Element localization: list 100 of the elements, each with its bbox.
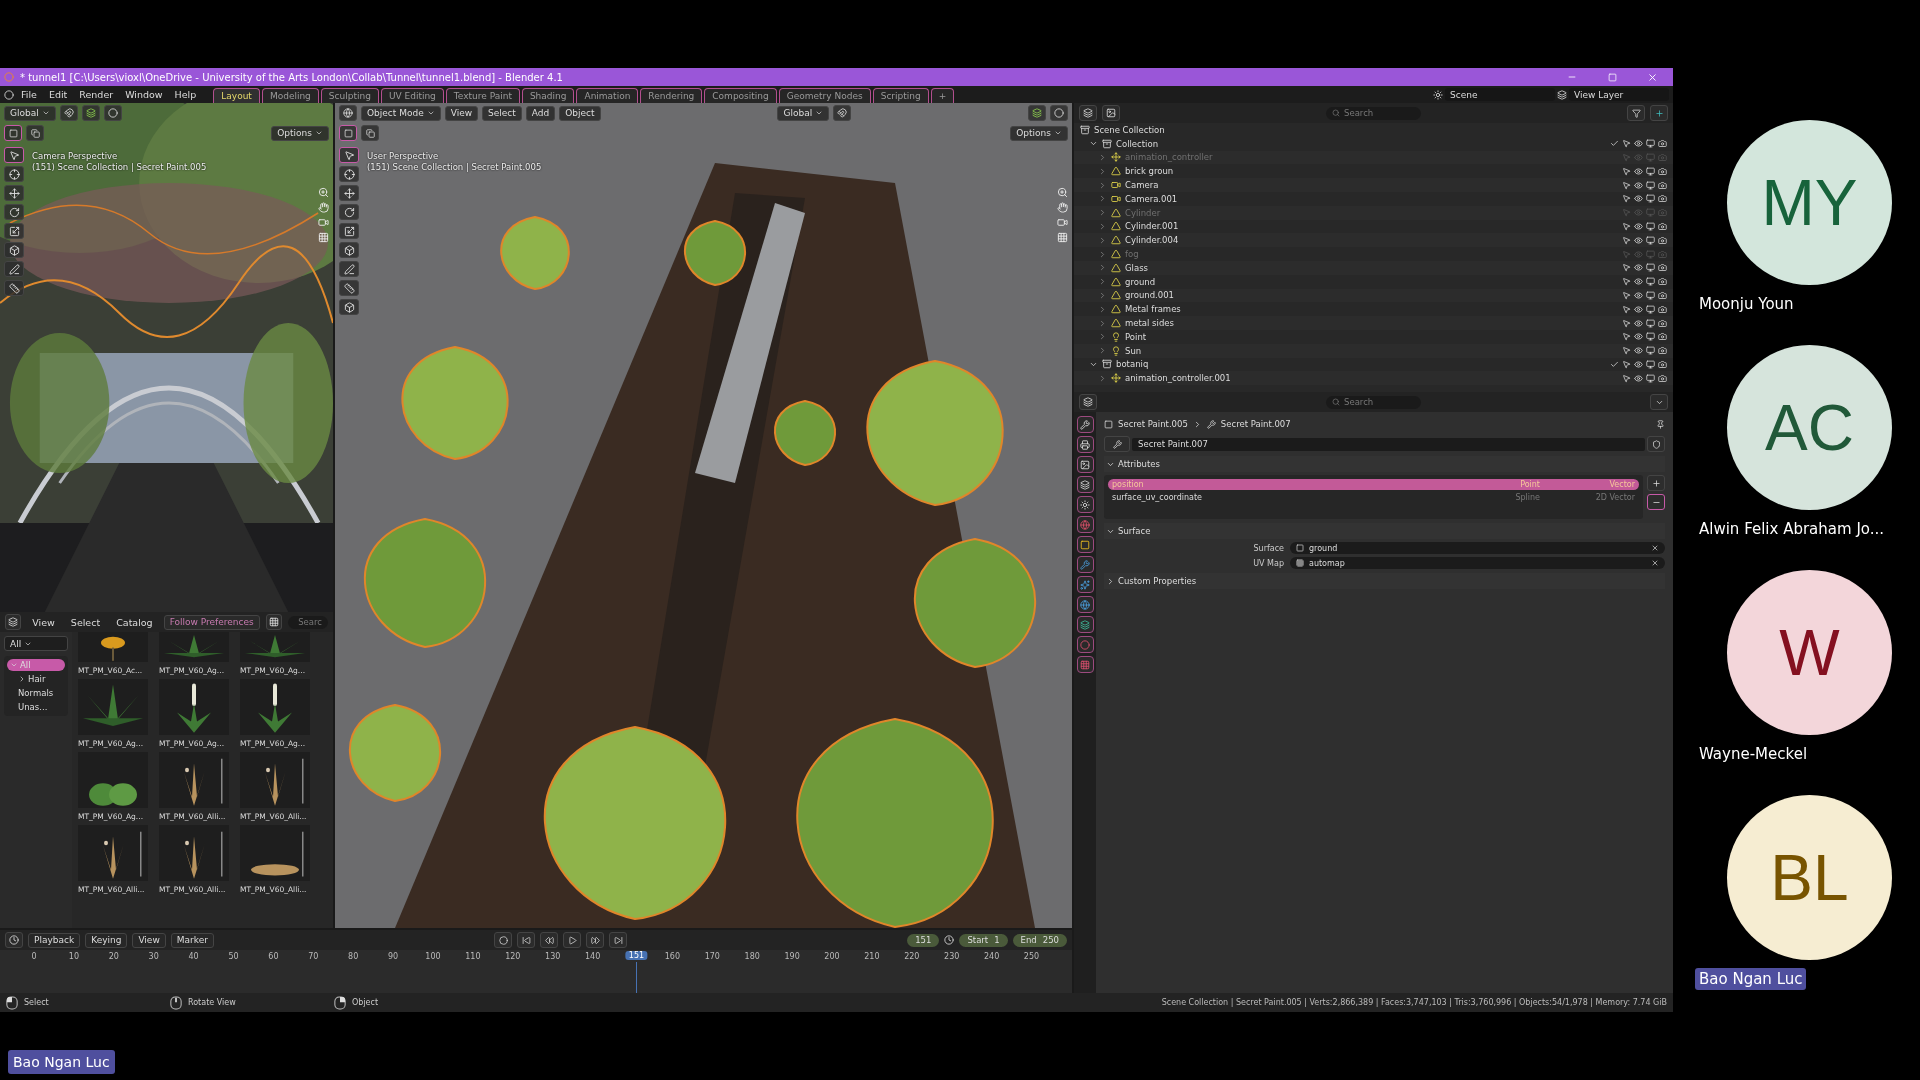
participant-avatar: BL xyxy=(1727,795,1892,960)
outliner-item[interactable]: brick groun xyxy=(1125,166,1174,177)
viewport-subtitle: (151) Scene Collection | Secret Paint.005 xyxy=(367,162,542,172)
workspace-tab[interactable]: UV Editing xyxy=(380,88,444,103)
frame-number: 250 xyxy=(1023,952,1040,961)
playhead[interactable]: 151 xyxy=(625,951,648,960)
frame-number: 110 xyxy=(465,952,481,961)
outliner-item[interactable]: Scene Collection xyxy=(1094,124,1165,135)
participant-name: Bao Ngan Luc xyxy=(1695,968,1807,990)
scene-field[interactable]: Scene xyxy=(1445,88,1555,101)
panel-header[interactable]: Surface xyxy=(1104,523,1665,539)
menu-button[interactable]: View xyxy=(132,932,166,948)
outliner-item[interactable]: Metal frames xyxy=(1125,304,1181,315)
frame-number: 200 xyxy=(824,952,840,961)
field-label: UV Map xyxy=(1252,558,1284,568)
outliner-item[interactable]: Glass xyxy=(1125,262,1148,273)
frame-number: 210 xyxy=(864,952,880,961)
outliner-item[interactable]: ground.001 xyxy=(1125,290,1174,301)
outliner-item[interactable]: Cylinder.001 xyxy=(1125,221,1179,232)
field-label: Start xyxy=(967,935,989,945)
participant-name: Alwin Felix Abraham Jo... xyxy=(1698,519,1886,540)
menu-item[interactable]: Render xyxy=(74,89,119,100)
view-layer-field[interactable]: View Layer xyxy=(1569,88,1669,101)
menu-item[interactable]: Help xyxy=(169,89,202,100)
menu-item[interactable]: Edit xyxy=(43,89,73,100)
object-field[interactable]: ground xyxy=(1290,542,1665,554)
field-label: Surface xyxy=(1252,543,1284,553)
menu-item[interactable]: Catalog xyxy=(111,616,158,628)
menu-button[interactable]: Playback xyxy=(28,932,81,948)
attribute-name: position xyxy=(1112,480,1145,489)
participant-avatar: W xyxy=(1727,570,1892,735)
status-hint: Select xyxy=(24,998,50,1007)
menu-item[interactable]: File xyxy=(16,89,42,100)
search-field[interactable]: Search xyxy=(1326,395,1421,409)
attribute-domain: Spline xyxy=(1514,493,1540,502)
outliner-item[interactable]: ground xyxy=(1125,276,1156,287)
frame-number: 80 xyxy=(348,952,359,961)
frame-number: 240 xyxy=(983,952,1000,961)
category-tree-item[interactable]: Hair xyxy=(15,673,65,685)
workspace-tab[interactable]: Texture Paint xyxy=(445,88,520,103)
data-name-field[interactable]: Secret Paint.007 xyxy=(1132,437,1645,451)
end-frame-field[interactable]: End 250 xyxy=(1012,933,1067,947)
workspace-tab[interactable]: Shading xyxy=(521,88,575,103)
frame-number: 220 xyxy=(904,952,920,961)
workspace-tab[interactable]: Sculpting xyxy=(320,88,379,103)
outliner-item[interactable]: Sun xyxy=(1125,345,1142,356)
frame-number: 230 xyxy=(944,952,960,961)
outliner-item[interactable]: Cylinder.004 xyxy=(1125,235,1179,246)
search-field[interactable]: Search xyxy=(1326,106,1421,120)
menu-button[interactable]: Keying xyxy=(85,932,128,948)
workspace-tab[interactable]: Modeling xyxy=(261,88,319,103)
outliner-item[interactable]: animation_controller.001 xyxy=(1125,373,1231,384)
start-frame-field[interactable]: Start 1 xyxy=(959,933,1008,947)
panel-header[interactable]: Attributes xyxy=(1104,456,1665,472)
frame-number: 100 xyxy=(425,952,441,961)
frame-number: 20 xyxy=(108,952,119,961)
viewport-title: Camera Perspective xyxy=(32,151,119,161)
workspace-tab[interactable]: Scripting xyxy=(872,88,929,103)
panel-header[interactable]: Custom Properties xyxy=(1104,573,1665,589)
breadcrumb-item[interactable]: Secret Paint.007 xyxy=(1220,419,1291,429)
library-dropdown[interactable]: All xyxy=(4,636,68,651)
attribute-row[interactable]: surface_uv_coordinate Spline 2D Vector xyxy=(1108,492,1639,503)
outliner-item[interactable]: Collection xyxy=(1116,138,1159,149)
workspace-tab[interactable]: Geometry Nodes xyxy=(778,88,871,103)
menu-item[interactable]: Select xyxy=(65,616,106,628)
current-frame-field[interactable]: 151 xyxy=(907,933,940,947)
attribute-type: Vector xyxy=(1608,480,1635,489)
frame-number: 50 xyxy=(228,952,239,961)
frame-number: 170 xyxy=(704,952,720,961)
frame-number: 60 xyxy=(268,952,279,961)
frame-number: 160 xyxy=(664,952,681,961)
category-tree-item[interactable]: Unas... xyxy=(15,701,65,713)
object-field[interactable]: automap xyxy=(1290,557,1665,569)
workspace-tab[interactable]: Animation xyxy=(576,88,639,103)
add-workspace-tab[interactable]: + xyxy=(930,88,955,103)
outliner-item[interactable]: metal sides xyxy=(1125,318,1174,329)
frame-number: 90 xyxy=(388,952,399,961)
workspace-tab[interactable]: Layout xyxy=(213,88,260,103)
menu-item[interactable]: Window xyxy=(120,89,168,100)
menu-item[interactable]: View xyxy=(27,616,60,628)
menu-button[interactable]: Marker xyxy=(170,932,214,948)
viewport-title: User Perspective xyxy=(367,151,440,161)
search-field[interactable]: Searc xyxy=(288,615,328,629)
outliner-item[interactable]: botaniq xyxy=(1116,359,1149,370)
frame-number: 120 xyxy=(505,952,521,961)
participant-name: Wayne-Meckel xyxy=(1698,744,1809,765)
breadcrumb-item[interactable]: Secret Paint.005 xyxy=(1118,419,1188,429)
import-method-dropdown[interactable]: Follow Preferences xyxy=(163,614,260,630)
outliner-item[interactable]: Point xyxy=(1125,331,1147,342)
outliner-item[interactable]: Camera xyxy=(1125,180,1159,191)
category-tree-item[interactable]: Normals xyxy=(15,687,65,699)
workspace-tab[interactable]: Rendering xyxy=(640,88,703,103)
outliner-item[interactable]: Camera.001 xyxy=(1125,193,1178,204)
window-title: * tunnel1 [C:\Users\vioxl\OneDrive - University of the Arts London\Collab\Tunnel\tunnel1.blend] - Blender 4.1 xyxy=(20,71,563,83)
frame-number: 10 xyxy=(68,952,79,961)
workspace-tab[interactable]: Compositing xyxy=(704,88,777,103)
field-label: End xyxy=(1020,935,1037,945)
status-hint: Rotate View xyxy=(188,998,237,1007)
frame-number: 30 xyxy=(148,952,159,961)
frame-number: 70 xyxy=(308,952,319,961)
